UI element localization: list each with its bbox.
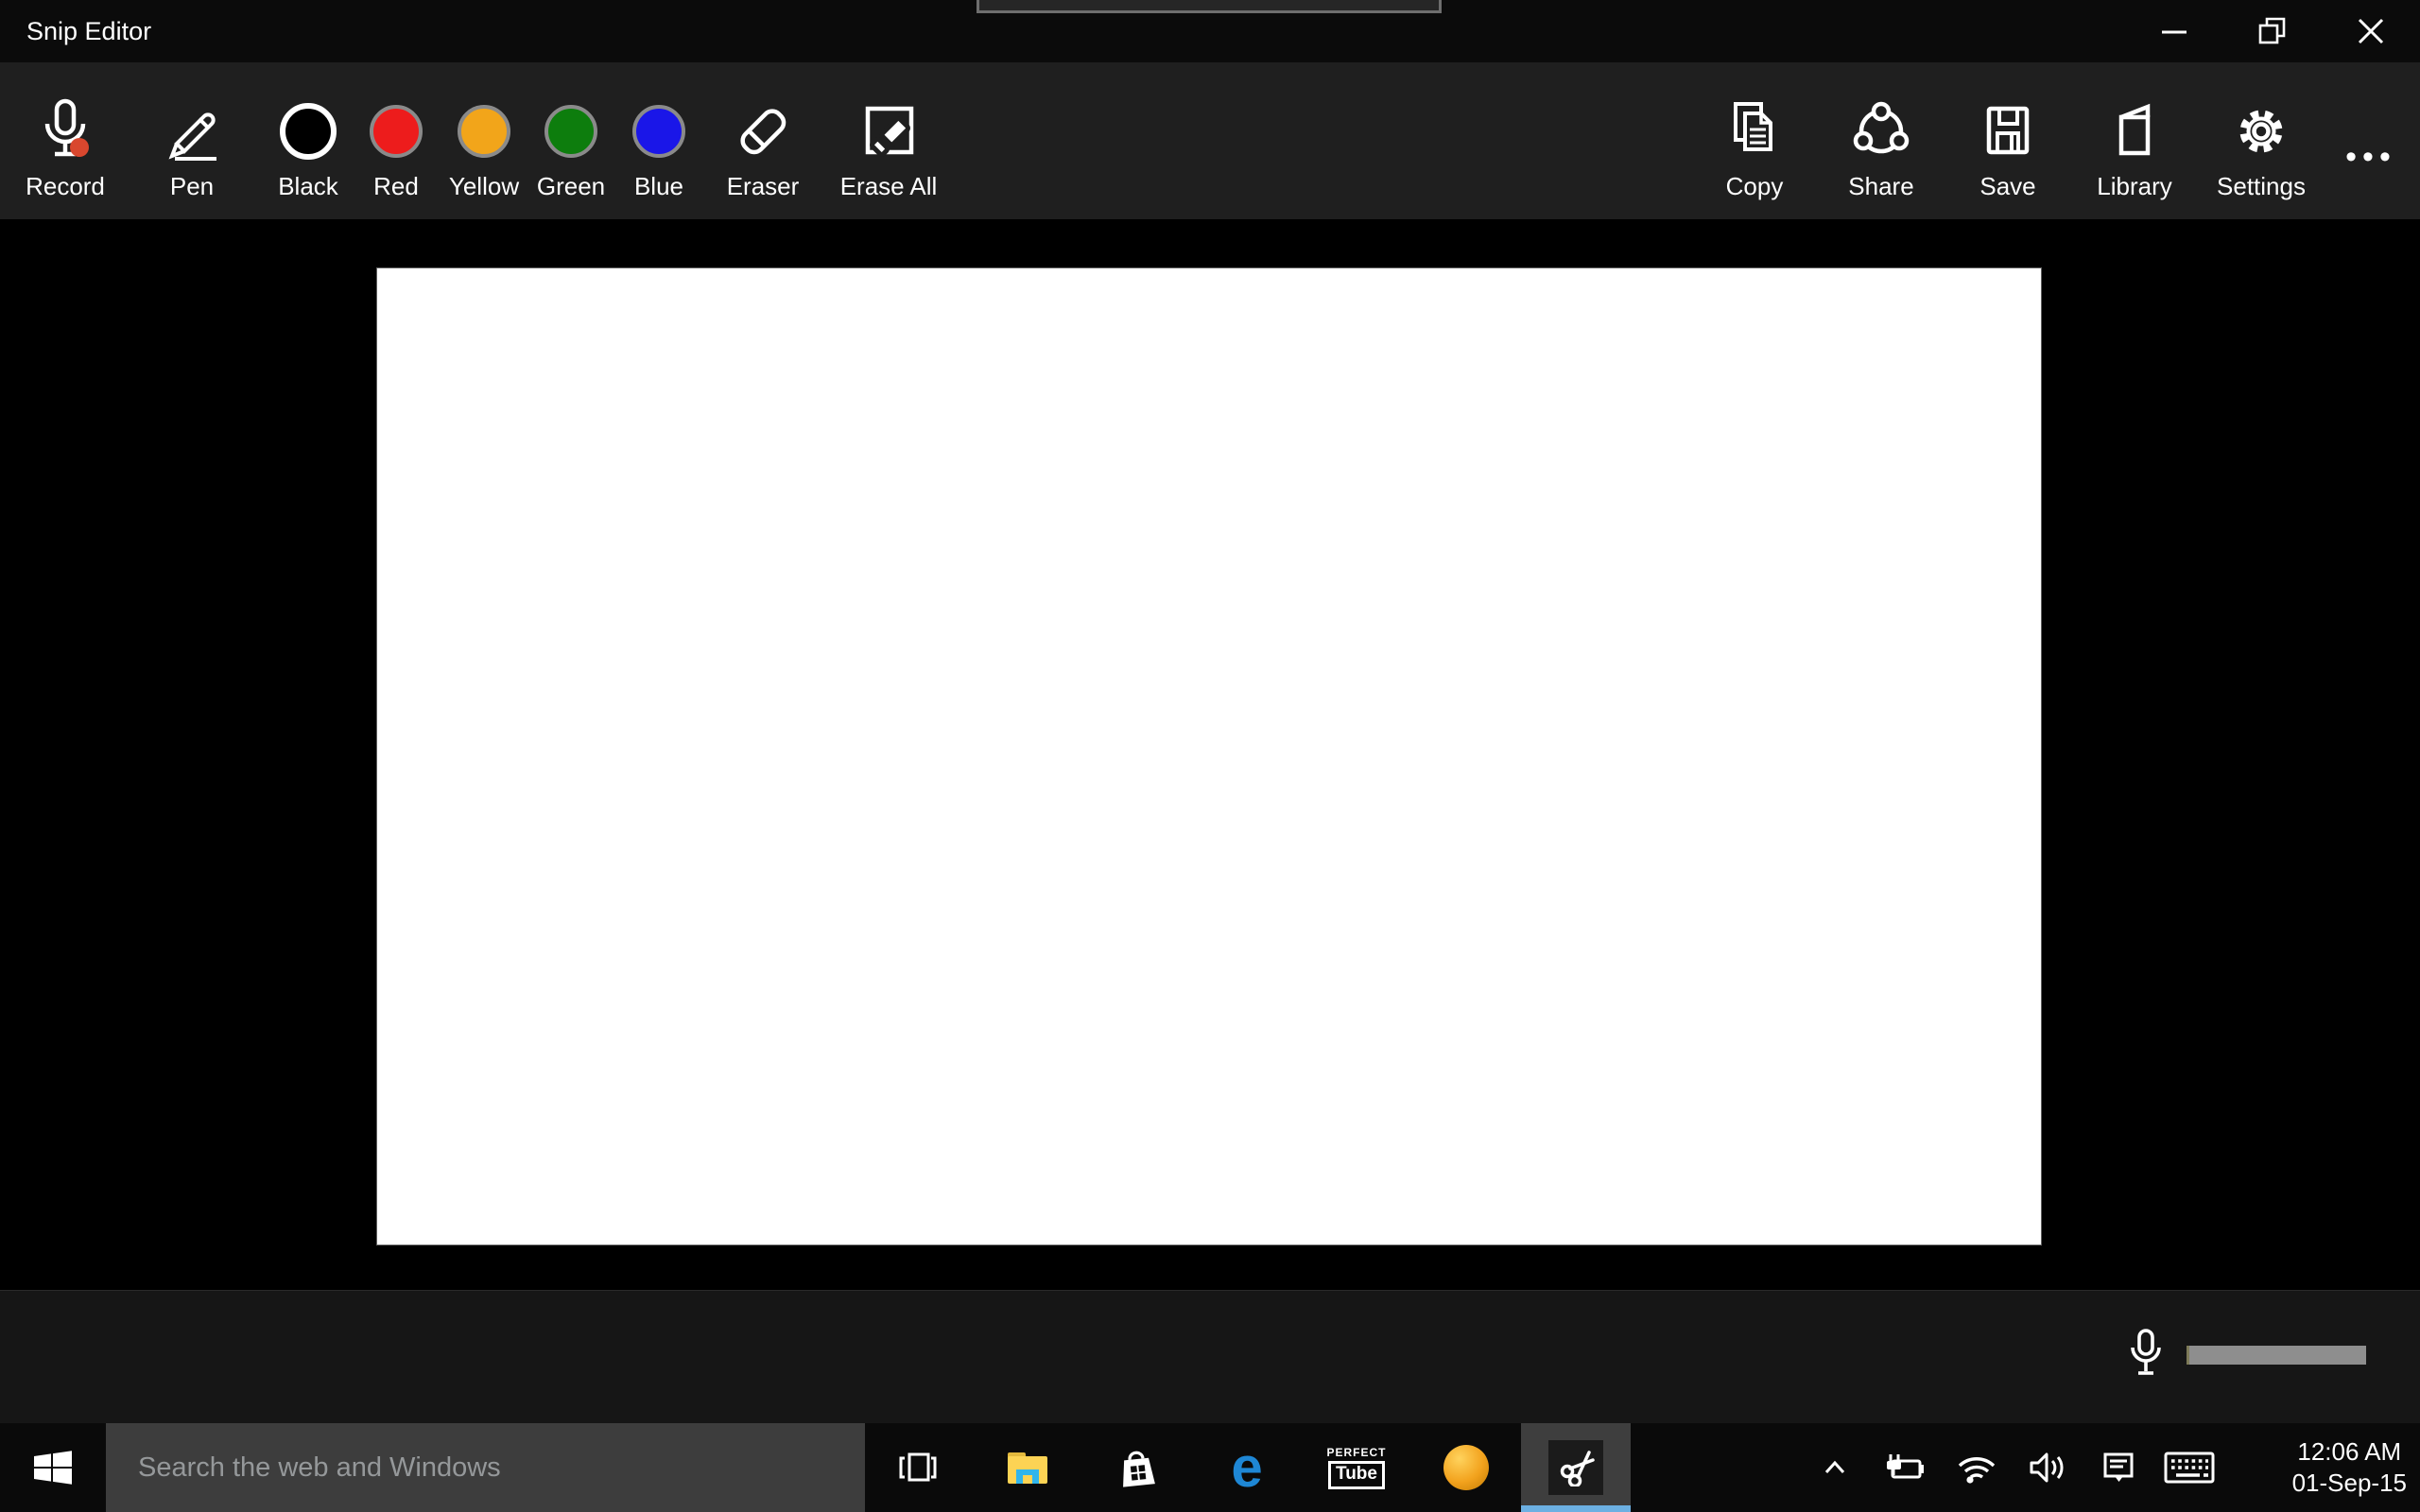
- edge-button[interactable]: e: [1192, 1423, 1302, 1512]
- settings-button[interactable]: Settings: [2200, 98, 2323, 201]
- save-icon: [1978, 98, 2038, 164]
- taskbar: e PERFECT Tube: [0, 1423, 2420, 1512]
- perfect-tube-button[interactable]: PERFECT Tube: [1302, 1423, 1411, 1512]
- store-icon: [1114, 1444, 1161, 1491]
- snip-editor-screen: Snip Editor: [0, 0, 2420, 1512]
- pen-button[interactable]: Pen: [130, 98, 253, 201]
- taskbar-apps: e PERFECT Tube: [863, 1423, 1631, 1512]
- start-button[interactable]: [0, 1423, 106, 1512]
- close-button[interactable]: [2322, 0, 2420, 62]
- scissors-icon: [1548, 1440, 1603, 1495]
- pen-label: Pen: [170, 172, 214, 201]
- file-explorer-icon: [1005, 1445, 1050, 1490]
- black-label: Black: [278, 172, 338, 201]
- more-button[interactable]: •••: [2327, 132, 2414, 189]
- show-hidden-icons-button[interactable]: [1799, 1423, 1870, 1512]
- title-bar: Snip Editor: [0, 0, 2420, 62]
- eraser-icon: [732, 98, 794, 164]
- task-view-icon: [895, 1445, 941, 1490]
- gear-icon: [2230, 98, 2292, 164]
- perfect-tube-icon: PERFECT Tube: [1326, 1446, 1386, 1489]
- restore-button[interactable]: [2223, 0, 2322, 62]
- store-button[interactable]: [1082, 1423, 1192, 1512]
- caption-buttons: [2125, 0, 2420, 62]
- window-title: Snip Editor: [26, 0, 151, 62]
- library-button[interactable]: Library: [2073, 98, 2196, 201]
- pen-icon: [162, 98, 222, 164]
- search-input[interactable]: [106, 1423, 865, 1512]
- clock-time: 12:06 AM: [2292, 1436, 2407, 1468]
- share-button[interactable]: Share: [1820, 98, 1943, 201]
- red-swatch-icon: [370, 105, 423, 158]
- drawing-canvas[interactable]: [376, 267, 2042, 1246]
- blue-swatch-icon: [632, 105, 685, 158]
- wifi-button[interactable]: [1941, 1423, 2012, 1512]
- task-view-button[interactable]: [863, 1423, 973, 1512]
- copy-button[interactable]: Copy: [1693, 98, 1816, 201]
- audio-level-meter[interactable]: [2187, 1346, 2366, 1365]
- orange-app-icon: [1443, 1445, 1489, 1490]
- settings-label: Settings: [2217, 172, 2306, 201]
- share-icon: [1850, 98, 1912, 164]
- green-swatch-icon: [544, 105, 597, 158]
- toolbar: Record Pen Black Red: [0, 62, 2420, 219]
- battery-button[interactable]: [1870, 1423, 1941, 1512]
- system-tray: [1799, 1423, 2224, 1512]
- touch-keyboard-button[interactable]: [2153, 1423, 2224, 1512]
- yellow-label: Yellow: [449, 172, 519, 201]
- canvas-area: [0, 219, 2420, 1290]
- black-swatch-icon: [280, 103, 337, 160]
- snip-app-button[interactable]: [1521, 1423, 1631, 1512]
- microphone-record-icon: [35, 98, 95, 164]
- file-explorer-button[interactable]: [973, 1423, 1082, 1512]
- blue-label: Blue: [634, 172, 683, 201]
- footer-bar: [0, 1290, 2420, 1423]
- restore-icon: [2257, 16, 2288, 46]
- edge-icon: e: [1231, 1439, 1262, 1496]
- clock-date: 01-Sep-15: [2292, 1468, 2407, 1499]
- record-label: Record: [26, 172, 105, 201]
- eraser-button[interactable]: Eraser: [701, 98, 824, 201]
- microphone-icon: [2125, 1329, 2167, 1386]
- copy-icon: [1724, 98, 1785, 164]
- red-label: Red: [373, 172, 419, 201]
- record-button[interactable]: Record: [4, 98, 127, 201]
- keyboard-icon: [2164, 1450, 2215, 1486]
- copy-label: Copy: [1726, 172, 1784, 201]
- orange-app-button[interactable]: [1411, 1423, 1521, 1512]
- windows-logo-icon: [32, 1447, 74, 1488]
- minimize-button[interactable]: [2125, 0, 2223, 62]
- erase-all-button[interactable]: Erase All: [827, 98, 950, 201]
- erase-all-icon: [857, 98, 920, 164]
- battery-charging-icon: [1884, 1452, 1927, 1484]
- library-label: Library: [2097, 172, 2171, 201]
- share-label: Share: [1848, 172, 1913, 201]
- chevron-up-icon: [1821, 1456, 1849, 1479]
- wifi-icon: [1955, 1450, 1998, 1486]
- background-window-edge: [977, 0, 1442, 13]
- yellow-swatch-icon: [458, 105, 510, 158]
- green-label: Green: [537, 172, 605, 201]
- action-center-icon: [2099, 1448, 2138, 1487]
- library-icon: [2104, 98, 2165, 164]
- action-center-button[interactable]: [2083, 1423, 2153, 1512]
- taskbar-clock[interactable]: 12:06 AM 01-Sep-15: [2292, 1423, 2407, 1512]
- active-app-indicator: [1521, 1505, 1631, 1512]
- volume-button[interactable]: [2012, 1423, 2083, 1512]
- save-label: Save: [1979, 172, 2035, 201]
- save-button[interactable]: Save: [1946, 98, 2069, 201]
- speaker-icon: [2026, 1450, 2069, 1486]
- close-icon: [2357, 17, 2385, 45]
- minimize-icon: [2160, 17, 2188, 45]
- erase-all-label: Erase All: [840, 172, 938, 201]
- eraser-label: Eraser: [727, 172, 800, 201]
